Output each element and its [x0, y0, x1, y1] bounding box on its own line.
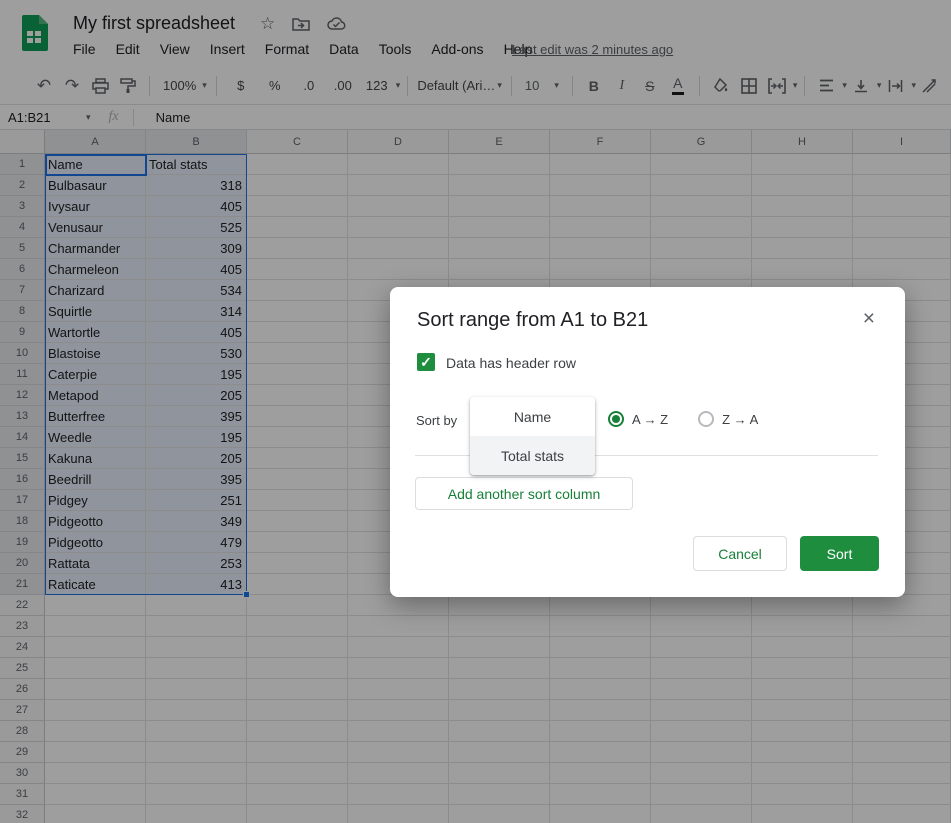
radio-z-to-a-label[interactable]: Z → A [722, 412, 758, 427]
check-icon: ✓ [420, 355, 432, 369]
cancel-button[interactable]: Cancel [693, 536, 787, 571]
sort-button[interactable]: Sort [800, 536, 879, 571]
header-row-checkbox-label[interactable]: Data has header row [446, 355, 576, 371]
header-row-checkbox[interactable]: ✓ [417, 353, 435, 371]
radio-a-to-z-label[interactable]: A → Z [632, 412, 668, 427]
dropdown-option-total-stats[interactable]: Total stats [470, 436, 595, 475]
sort-by-label: Sort by [416, 413, 457, 428]
add-sort-column-button[interactable]: Add another sort column [415, 477, 633, 510]
sort-range-dialog: Sort range from A1 to B21 × ✓ Data has h… [390, 287, 905, 597]
close-icon[interactable]: × [863, 308, 875, 329]
dropdown-option-name[interactable]: Name [470, 397, 595, 436]
dialog-title: Sort range from A1 to B21 [417, 309, 648, 332]
radio-a-to-z[interactable] [608, 411, 624, 427]
sort-column-dropdown: NameTotal stats [470, 397, 595, 475]
radio-z-to-a[interactable] [698, 411, 714, 427]
